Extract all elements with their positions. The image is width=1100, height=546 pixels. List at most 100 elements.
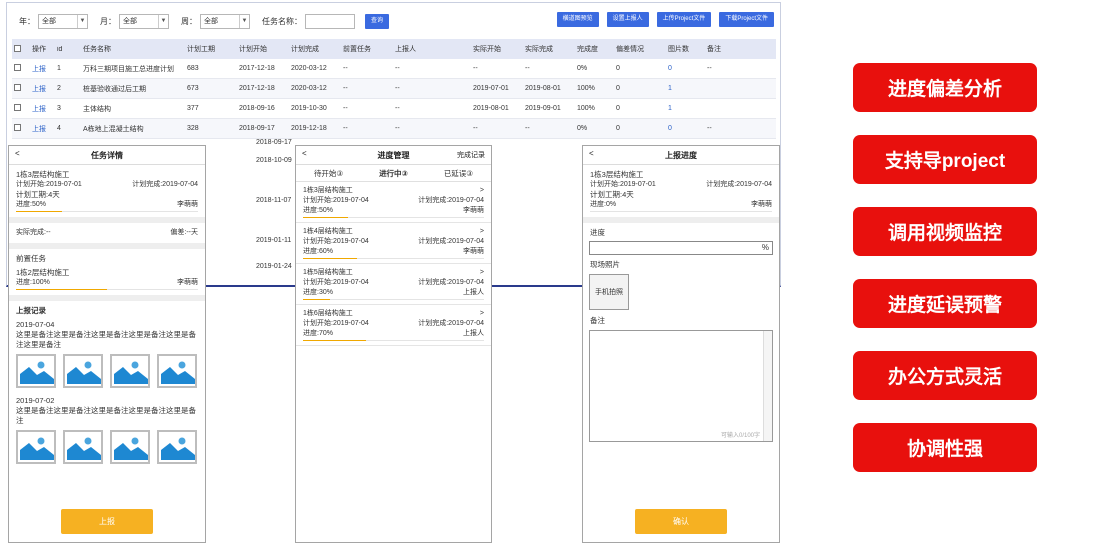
table-cell: 2018-11-07 [256, 197, 292, 204]
tab-pending[interactable]: 待开始③ [314, 168, 343, 179]
table-cell: -- [395, 85, 400, 92]
feature-deviation-analysis: 进度偏差分析 [853, 63, 1037, 112]
landscape-image-icon [161, 358, 195, 384]
progress-input-label: 进度 [590, 228, 605, 237]
table-cell: -- [395, 125, 400, 132]
feature-delay-warning: 进度延误预警 [853, 279, 1037, 328]
card-plan-end: 计划完成:2019-07-04 [418, 238, 484, 245]
table-cell: -- [343, 105, 348, 112]
progress-title: 进度管理 [377, 150, 410, 160]
col-header: 计划开始 [239, 46, 267, 53]
row-checkbox[interactable] [14, 124, 21, 131]
gantt-preview-button[interactable]: 横道图预览 [556, 12, 599, 27]
back-icon[interactable]: < [589, 149, 594, 158]
image-thumbnail[interactable] [63, 354, 103, 388]
table-cell: -- [707, 125, 712, 132]
col-header: 前置任务 [343, 46, 371, 53]
table-cell: 0 [616, 125, 620, 132]
detail-title: 任务详情 [91, 150, 123, 160]
progress-fill [16, 289, 107, 290]
table-row: 上报 1 万科三期项目施工总进度计划 683 2017-12-18 2020-03-12 -… [12, 59, 776, 79]
download-project-button[interactable]: 下载Project文件 [719, 12, 774, 27]
report-link[interactable]: 上报 [30, 124, 55, 134]
col-header: 实际开始 [473, 46, 501, 53]
landscape-image-icon [114, 434, 148, 460]
image-thumbnail[interactable] [110, 354, 150, 388]
report-button[interactable]: 上报 [61, 509, 153, 534]
task-card[interactable]: 1栋3层结构施工 > 计划开始:2019-07-04 计划完成:2019-07-04 进… [296, 182, 491, 223]
take-photo-button[interactable]: 手机拍照 [589, 274, 629, 310]
back-icon[interactable]: < [15, 149, 20, 158]
report-link[interactable]: 上报 [30, 84, 55, 94]
week-select[interactable]: 全部 ▼ [200, 13, 250, 29]
row-select-cell [12, 84, 30, 93]
detail-actual-row: 实际完成:-- 偏差:--天 [9, 223, 205, 243]
row-checkbox[interactable] [14, 84, 21, 91]
select-all-checkbox[interactable] [14, 44, 21, 52]
detail-actual-done: 实际完成:-- [16, 229, 51, 236]
col-header: 上报人 [395, 46, 416, 53]
chevron-right-icon: > [479, 228, 484, 235]
tab-delayed[interactable]: 已延误③ [444, 168, 473, 179]
textarea-scrollbar[interactable] [763, 331, 772, 441]
note-textarea[interactable]: 可输入0/100字 [589, 330, 773, 442]
report-link[interactable]: 上报 [30, 64, 55, 74]
table-cell: -- [525, 125, 530, 132]
year-label: 年： [19, 16, 35, 26]
taskname-input[interactable] [305, 13, 355, 29]
year-select[interactable]: 全部 ▼ [38, 13, 88, 29]
col-header: 图片数 [668, 46, 689, 53]
chevron-right-icon: > [479, 187, 484, 194]
image-thumbnail[interactable] [16, 430, 56, 464]
task-card[interactable]: 1栋6层结构施工 > 计划开始:2019-07-04 计划完成:2019-07-04 进… [296, 305, 491, 346]
task-detail-phone: < 任务详情 1栋3层结构施工 计划开始:2019-07-01 计划完成:2019… [8, 145, 206, 543]
table-cell: 2018-09-17 [239, 125, 275, 132]
card-task-name: 1栋4层结构施工 [303, 228, 353, 235]
image-thumbnail[interactable] [157, 430, 197, 464]
picture-count-link[interactable]: 1 [666, 105, 705, 112]
progress-fill [303, 340, 367, 341]
confirm-button[interactable]: 确认 [635, 509, 727, 534]
image-thumbnail[interactable] [63, 430, 103, 464]
picture-count-link[interactable]: 0 [666, 65, 705, 72]
table-cell: 2019-07-01 [473, 85, 509, 92]
table-cell: 2019-12-18 [291, 125, 327, 132]
progress-fill [16, 211, 62, 212]
task-card[interactable]: 1栋5层结构施工 > 计划开始:2019-07-04 计划完成:2019-07-04 进… [296, 264, 491, 305]
landscape-image-icon [20, 434, 54, 460]
pre-task-section: 前置任务 1栋2层结构施工 进度:100% 李萌萌 [9, 249, 205, 295]
card-progress: 进度:50% [303, 207, 333, 214]
row-select-cell [12, 104, 30, 113]
table-cell: 1 [57, 65, 61, 72]
row-checkbox[interactable] [14, 64, 21, 71]
set-reporter-button[interactable]: 设置上报人 [606, 12, 649, 27]
picture-count-link[interactable]: 0 [666, 125, 705, 132]
table-cell: 673 [187, 85, 199, 92]
completion-records-link[interactable]: 完成记录 [457, 150, 485, 160]
month-label: 月： [100, 16, 116, 26]
feature-coordination: 协调性强 [853, 423, 1037, 472]
row-checkbox[interactable] [14, 104, 21, 111]
picture-count-link[interactable]: 1 [666, 85, 705, 92]
progress-mgmt-phone: < 进度管理 完成记录 待开始③ 进行中③ 已延误③ 1栋3层结构施工 > 计划开始… [295, 145, 492, 543]
query-button[interactable]: 查询 [365, 13, 390, 29]
table-cell: -- [343, 85, 348, 92]
chevron-down-icon: ▼ [158, 14, 168, 28]
image-thumbnail[interactable] [16, 354, 56, 388]
detail-task-section: 1栋3层结构施工 计划开始:2019-07-01 计划完成:2019-07-04 … [9, 165, 205, 217]
task-card[interactable]: 1栋4层结构施工 > 计划开始:2019-07-04 计划完成:2019-07-04 进… [296, 223, 491, 264]
table-cell: 100% [577, 85, 595, 92]
tab-in-progress[interactable]: 进行中③ [379, 168, 408, 179]
table-body: 上报 1 万科三期项目施工总进度计划 683 2017-12-18 2020-03-12-… [12, 59, 776, 139]
year-select-value: 全部 [42, 17, 56, 25]
report-link[interactable]: 上报 [30, 104, 55, 114]
month-select[interactable]: 全部 ▼ [119, 13, 169, 29]
detail-duration: 计划工期:4天 [16, 190, 60, 199]
table-cell: 100% [577, 105, 595, 112]
upload-project-button[interactable]: 上传Project文件 [656, 12, 712, 27]
progress-input[interactable]: % [589, 241, 773, 255]
card-progress: 进度:30% [303, 289, 333, 296]
image-thumbnail[interactable] [157, 354, 197, 388]
back-icon[interactable]: < [302, 149, 307, 158]
image-thumbnail[interactable] [110, 430, 150, 464]
